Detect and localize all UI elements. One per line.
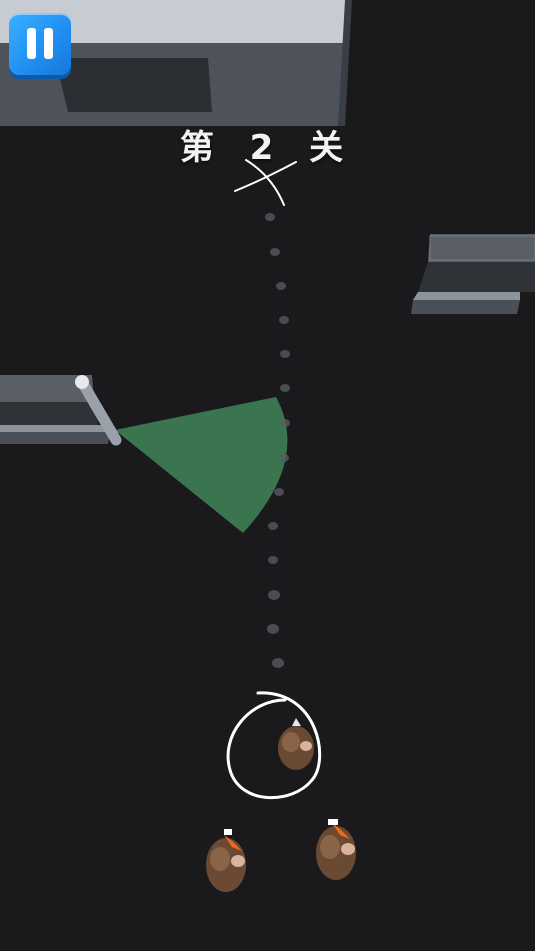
fence-right [411, 234, 535, 314]
pause-button[interactable] [9, 13, 71, 75]
player-character[interactable] [278, 718, 314, 770]
enemy-guard [316, 819, 356, 880]
level-title: 第 2 关 [179, 128, 356, 168]
enemy-guard [206, 829, 246, 892]
vision-cone [115, 397, 288, 533]
